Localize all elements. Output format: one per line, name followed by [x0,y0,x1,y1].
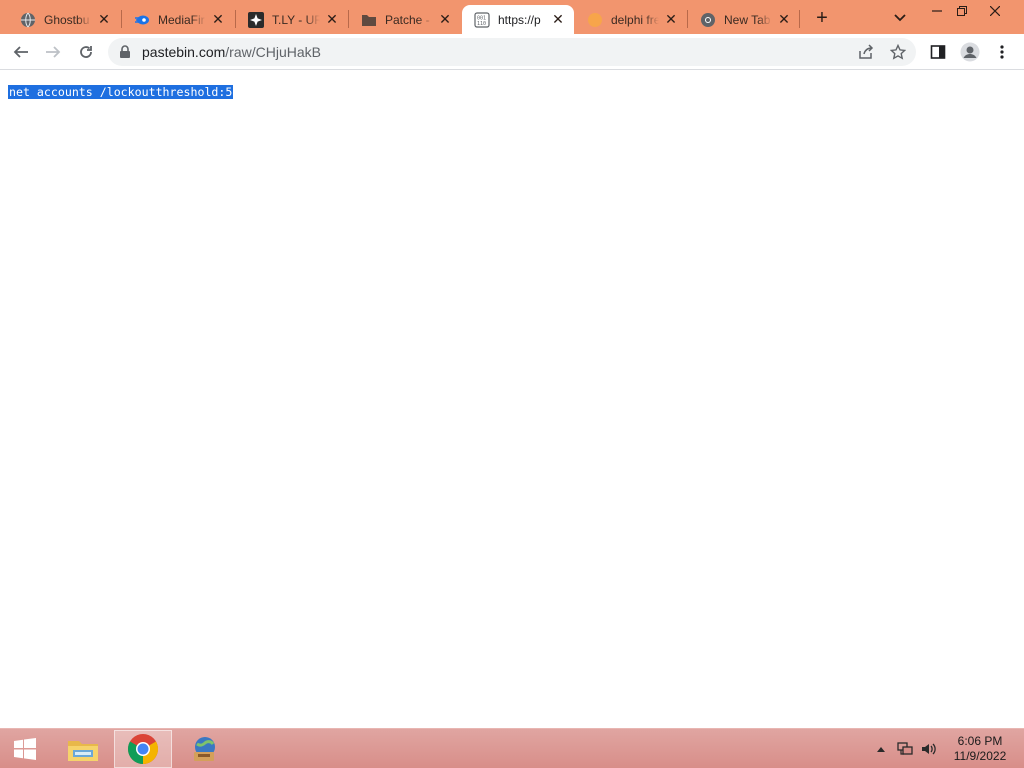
tab-title: delphi fre [611,12,659,27]
tab-new-tab[interactable]: New Tab ✕ [688,5,800,34]
tab-close-icon[interactable]: ✕ [437,11,453,28]
address-bar[interactable]: pastebin.com/raw/CHjuHakB [108,38,916,66]
tab-pastebin-active[interactable]: 001 110 https://p ✕ [462,5,574,34]
tab-title: Patche - [385,12,430,27]
tab-search-chevron-icon[interactable] [888,6,912,30]
tab-close-icon[interactable]: ✕ [776,11,792,28]
profile-avatar-icon[interactable] [956,38,984,66]
clock-date: 11/9/2022 [953,749,1007,763]
tab-ghostbu[interactable]: Ghostbu ✕ [8,5,120,34]
chrome-taskbar-icon[interactable] [114,730,172,768]
browser-toolbar: pastebin.com/raw/CHjuHakB [0,34,1024,70]
reload-icon[interactable] [72,38,100,66]
tab-close-icon[interactable]: ✕ [210,11,226,28]
tab-close-icon[interactable]: ✕ [96,11,112,28]
tab-strip: Ghostbu ✕ MediaFir ✕ T.LY - UR ✕ Patche … [0,0,1024,34]
file-explorer-icon[interactable] [54,730,112,768]
tab-title: T.LY - UR [272,12,320,27]
page-content: net accounts /lockoutthreshold:5 [0,71,1024,728]
orange-dot-icon [587,12,603,28]
restore-icon[interactable] [947,0,977,22]
back-arrow-icon[interactable] [7,38,35,66]
taskbar-clock[interactable]: 6:06 PM 11/9/2022 [942,734,1018,764]
selected-paste-text[interactable]: net accounts /lockoutthreshold:5 [8,85,234,99]
close-window-icon[interactable] [980,0,1010,22]
svg-text:110: 110 [477,21,486,27]
kebab-menu-icon[interactable] [988,38,1016,66]
tly-icon [248,11,264,28]
tab-title: Ghostbu [44,12,90,27]
new-tab-button[interactable]: + [810,6,834,30]
windows-start-icon[interactable] [0,729,50,768]
tab-separator [799,10,800,28]
tab-patche[interactable]: Patche - ✕ [349,5,461,34]
url-path: /raw/CHjuHakB [225,44,321,60]
folder-icon [361,12,377,28]
forward-arrow-icon[interactable] [39,38,67,66]
tab-close-icon[interactable]: ✕ [663,11,679,28]
network-tray-icon[interactable] [897,741,913,757]
tab-close-icon[interactable]: ✕ [324,11,340,28]
volume-icon[interactable] [921,741,937,757]
network-app-icon[interactable] [175,730,233,768]
url-text[interactable]: pastebin.com/raw/CHjuHakB [142,44,321,60]
side-panel-icon[interactable] [924,38,952,66]
share-icon[interactable] [856,42,876,62]
tab-close-icon[interactable]: ✕ [550,11,566,28]
tab-title: New Tab [724,12,771,27]
pastebin-icon: 001 110 [474,11,490,28]
tab-title: MediaFir [158,12,205,27]
tab-delphi[interactable]: delphi fre ✕ [575,5,687,34]
lock-icon[interactable] [118,45,132,59]
clock-time: 6:06 PM [957,734,1003,748]
chrome-icon [700,12,716,28]
taskbar: 6:06 PM 11/9/2022 [0,728,1024,768]
mediafire-icon [134,12,150,28]
tab-mediafire[interactable]: MediaFir ✕ [122,5,234,34]
tray-overflow-arrow-icon[interactable] [873,741,889,757]
tab-title: https://p [498,12,541,27]
url-host: pastebin.com [142,44,226,60]
tab-tly[interactable]: T.LY - UR ✕ [236,5,348,34]
bookmark-star-icon[interactable] [888,42,908,62]
globe-icon [20,12,36,28]
